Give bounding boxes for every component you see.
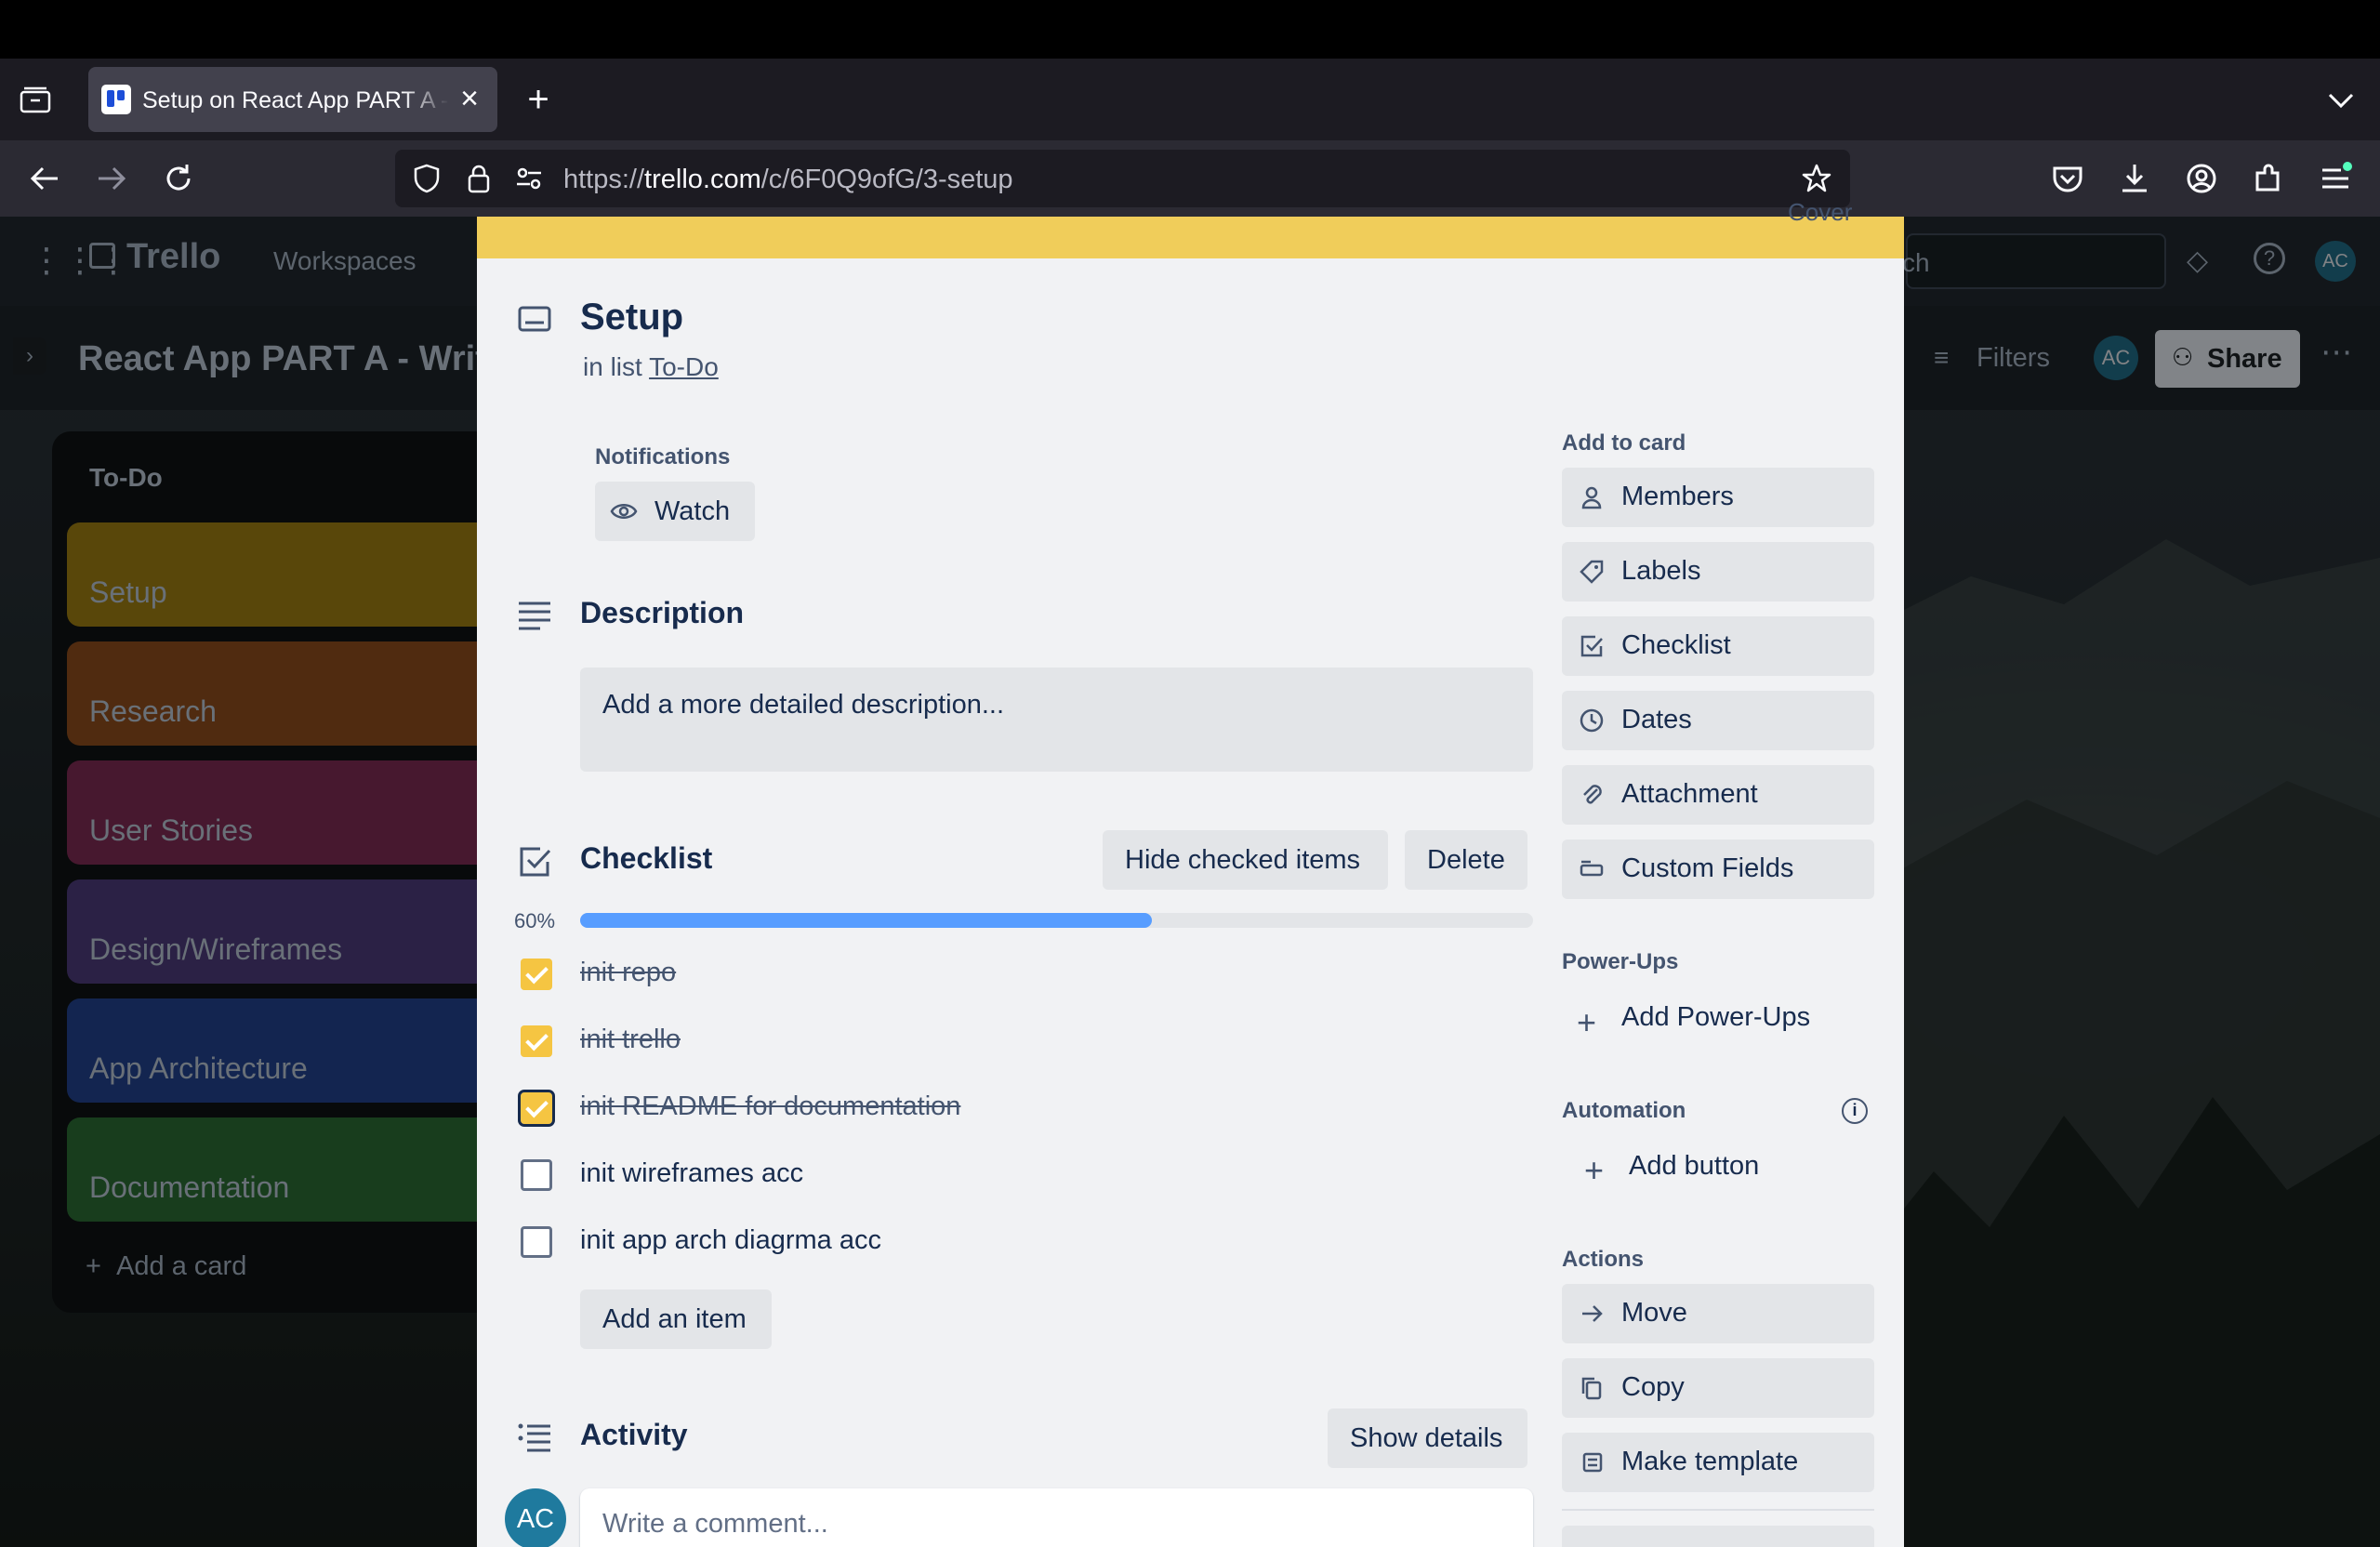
activity-icon [516, 1420, 553, 1457]
card-cover: Cover [477, 198, 1904, 258]
checklist-item-checkbox[interactable] [521, 1159, 552, 1191]
lock-icon[interactable] [463, 163, 495, 194]
card-icon [516, 300, 553, 337]
card-title[interactable]: Setup [580, 297, 683, 338]
in-list-text: in list To-Do [583, 352, 719, 381]
hide-checked-items-button[interactable]: Hide checked items [1103, 830, 1388, 890]
eye-icon [610, 504, 638, 519]
paperclip-icon [1583, 785, 1602, 804]
labels-button[interactable]: Labels [1562, 542, 1874, 602]
menu-icon[interactable] [2317, 160, 2354, 197]
delete-checklist-button[interactable]: Delete [1405, 830, 1527, 890]
description-icon [516, 598, 553, 635]
watch-button[interactable]: Watch [595, 482, 755, 541]
permissions-icon[interactable] [513, 163, 545, 194]
add-automation-button[interactable]: Add button [1629, 1151, 1759, 1182]
url-text[interactable]: https://trello.com/c/6F0Q9ofG/3-setup [563, 165, 1013, 195]
tab-overview-icon[interactable] [19, 86, 52, 114]
add-to-card-heading: Add to card [1562, 430, 1686, 456]
members-button[interactable]: Members [1562, 468, 1874, 527]
checklist-icon [516, 843, 553, 880]
copy-button[interactable]: Copy [1562, 1358, 1874, 1418]
browser-nav-bar: https://trello.com/c/6F0Q9ofG/3-setup [0, 140, 2380, 217]
list-link[interactable]: To-Do [649, 352, 719, 381]
checklist-item-checkbox[interactable] [521, 1025, 552, 1057]
comment-input[interactable]: Write a comment... [580, 1488, 1533, 1547]
forward-arrow-icon[interactable] [93, 160, 130, 197]
make-template-button[interactable]: Make template [1562, 1433, 1874, 1492]
checklist-item-checkbox[interactable] [518, 1090, 555, 1127]
custom-fields-icon [1580, 860, 1604, 877]
checklist-item-text[interactable]: init wireframes acc [580, 1158, 803, 1189]
download-icon[interactable] [2116, 160, 2153, 197]
activity-heading: Activity [580, 1418, 688, 1451]
back-arrow-icon[interactable] [26, 160, 63, 197]
checklist-heading[interactable]: Checklist [580, 841, 712, 876]
trello-favicon-icon [101, 85, 131, 114]
bookmark-star-icon[interactable] [1801, 163, 1832, 194]
extensions-icon[interactable] [2250, 160, 2287, 197]
checkbox-icon [1580, 635, 1603, 657]
automation-heading: Automation [1562, 1098, 1686, 1123]
system-top-bar [0, 0, 2380, 59]
user-avatar[interactable]: AC [505, 1488, 566, 1547]
add-power-ups-button[interactable]: Add Power-Ups [1621, 1002, 1810, 1033]
checklist-item-text[interactable]: init README for documentation [580, 1091, 960, 1122]
pocket-icon[interactable] [2049, 160, 2086, 197]
person-icon [1581, 486, 1602, 509]
clock-icon [1580, 708, 1604, 733]
card-detail-modal: Cover Setup in list To-Do Notifications … [477, 198, 1904, 1547]
info-icon[interactable]: i [1842, 1098, 1868, 1124]
browser-tab[interactable]: Setup on React App PART A - Writ × [88, 67, 497, 132]
dates-button[interactable]: Dates [1562, 691, 1874, 750]
copy-icon [1581, 1377, 1602, 1400]
description-heading: Description [580, 596, 745, 629]
reload-icon[interactable] [160, 160, 197, 197]
cover-button[interactable]: Cover [1788, 198, 1852, 227]
power-ups-heading: Power-Ups [1562, 949, 1679, 974]
tab-title: Setup on React App PART A - Writ [142, 87, 449, 113]
actions-heading: Actions [1562, 1247, 1645, 1272]
tag-icon [1580, 560, 1604, 584]
close-tab-icon[interactable]: × [451, 80, 488, 117]
checklist-progress-fill [580, 913, 1152, 928]
checklist-item-checkbox[interactable] [521, 959, 552, 990]
chevron-down-icon[interactable] [2324, 86, 2358, 114]
template-icon [1582, 1452, 1603, 1473]
account-icon[interactable] [2183, 160, 2220, 197]
checklist-item-text[interactable]: init app arch diagrma acc [580, 1225, 881, 1256]
checklist-button[interactable]: Checklist [1562, 616, 1874, 676]
add-checklist-item-button[interactable]: Add an item [580, 1289, 772, 1349]
description-editor[interactable]: Add a more detailed description... [580, 668, 1533, 772]
archive-button[interactable] [1562, 1526, 1874, 1547]
shield-icon[interactable] [411, 163, 443, 194]
move-button[interactable]: Move [1562, 1284, 1874, 1343]
sidebar-divider [1562, 1509, 1874, 1511]
new-tab-button[interactable]: + [519, 81, 558, 120]
show-details-button[interactable]: Show details [1328, 1408, 1527, 1468]
checklist-item-text[interactable]: init trello [580, 1025, 681, 1055]
checklist-item-checkbox[interactable] [521, 1226, 552, 1258]
checklist-progress-bar [580, 913, 1533, 928]
checklist-progress-label: 60% [514, 909, 556, 932]
custom-fields-button[interactable]: Custom Fields [1562, 840, 1874, 899]
attachment-button[interactable]: Attachment [1562, 765, 1874, 825]
arrow-right-icon [1582, 1305, 1603, 1322]
url-bar[interactable]: https://trello.com/c/6F0Q9ofG/3-setup [395, 150, 1850, 207]
notifications-label: Notifications [595, 444, 731, 469]
checklist-item-text[interactable]: init repo [580, 958, 676, 988]
plus-icon: + [1577, 1003, 1597, 1041]
browser-tab-bar: Setup on React App PART A - Writ × + [0, 59, 2380, 140]
plus-icon: + [1584, 1151, 1605, 1189]
